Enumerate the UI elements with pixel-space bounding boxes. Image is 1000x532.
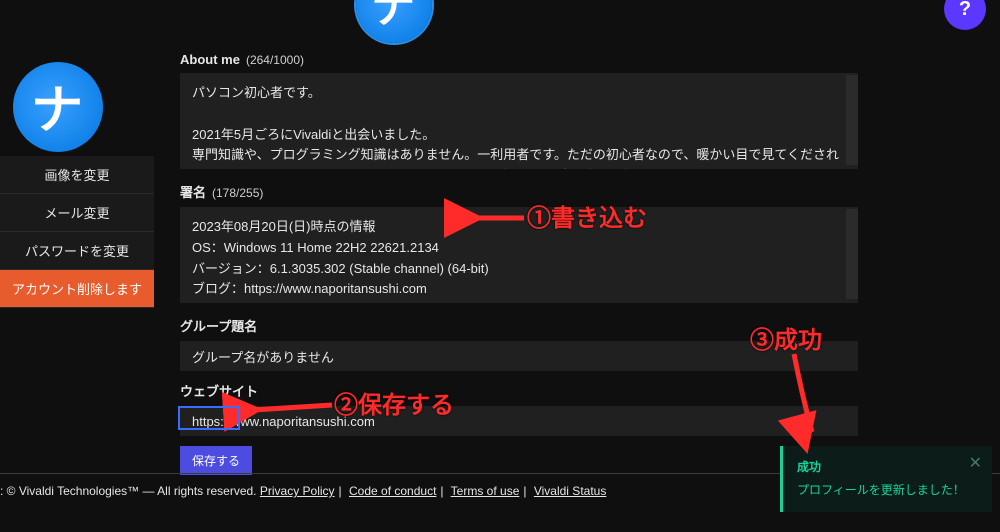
header-avatar[interactable]: ナ [356, 0, 432, 43]
save-button[interactable]: 保存する [180, 446, 252, 475]
website-title: ウェブサイト [180, 381, 258, 400]
success-toast: ✕ 成功 プロフィールを更新しました！ [780, 446, 992, 512]
avatar-glyph: ナ [371, 0, 415, 35]
sidebar-item-change-email[interactable]: メール変更 [0, 194, 154, 232]
arrow-3-icon [788, 350, 828, 440]
signature-counter: (178/255) [212, 186, 263, 200]
footer-link-conduct[interactable]: Code of conduct [349, 484, 436, 498]
group-input[interactable] [180, 341, 858, 371]
group-title: グループ題名 [180, 316, 257, 335]
avatar-glyph: ナ [31, 68, 83, 143]
footer-link-status[interactable]: Vivaldi Status [534, 484, 607, 498]
sidebar-item-change-password[interactable]: パスワードを変更 [0, 232, 154, 270]
help-button[interactable]: ? [944, 0, 986, 30]
save-highlight-box [178, 406, 242, 432]
toast-title: 成功 [797, 458, 978, 475]
footer-link-terms[interactable]: Terms of use [451, 484, 520, 498]
arrow-2-icon [248, 394, 336, 416]
signature-label: 署名 (178/255) [180, 182, 858, 201]
profile-avatar[interactable]: ナ [13, 62, 103, 152]
scrollbar[interactable] [846, 75, 858, 165]
toast-message: プロフィールを更新しました！ [797, 481, 978, 498]
footer-copyright: : © Vivaldi Technologies™ — All rights r… [0, 484, 260, 498]
about-counter: (264/1000) [246, 53, 304, 67]
toast-close-icon[interactable]: ✕ [969, 456, 982, 472]
arrow-1-icon [470, 208, 526, 228]
about-label: About me (264/1000) [180, 52, 858, 67]
help-icon: ? [959, 0, 971, 21]
sidebar-item-change-image[interactable]: 画像を変更 [0, 156, 154, 194]
sidebar-menu: 画像を変更 メール変更 パスワードを変更 アカウント削除します [0, 156, 154, 308]
sidebar-item-delete-account[interactable]: アカウント削除します [0, 270, 154, 308]
about-textarea[interactable] [180, 73, 858, 169]
signature-title: 署名 [180, 182, 206, 201]
footer-link-privacy[interactable]: Privacy Policy [260, 484, 335, 498]
about-title: About me [180, 52, 240, 67]
group-label: グループ題名 [180, 316, 858, 335]
scrollbar[interactable] [846, 209, 858, 299]
